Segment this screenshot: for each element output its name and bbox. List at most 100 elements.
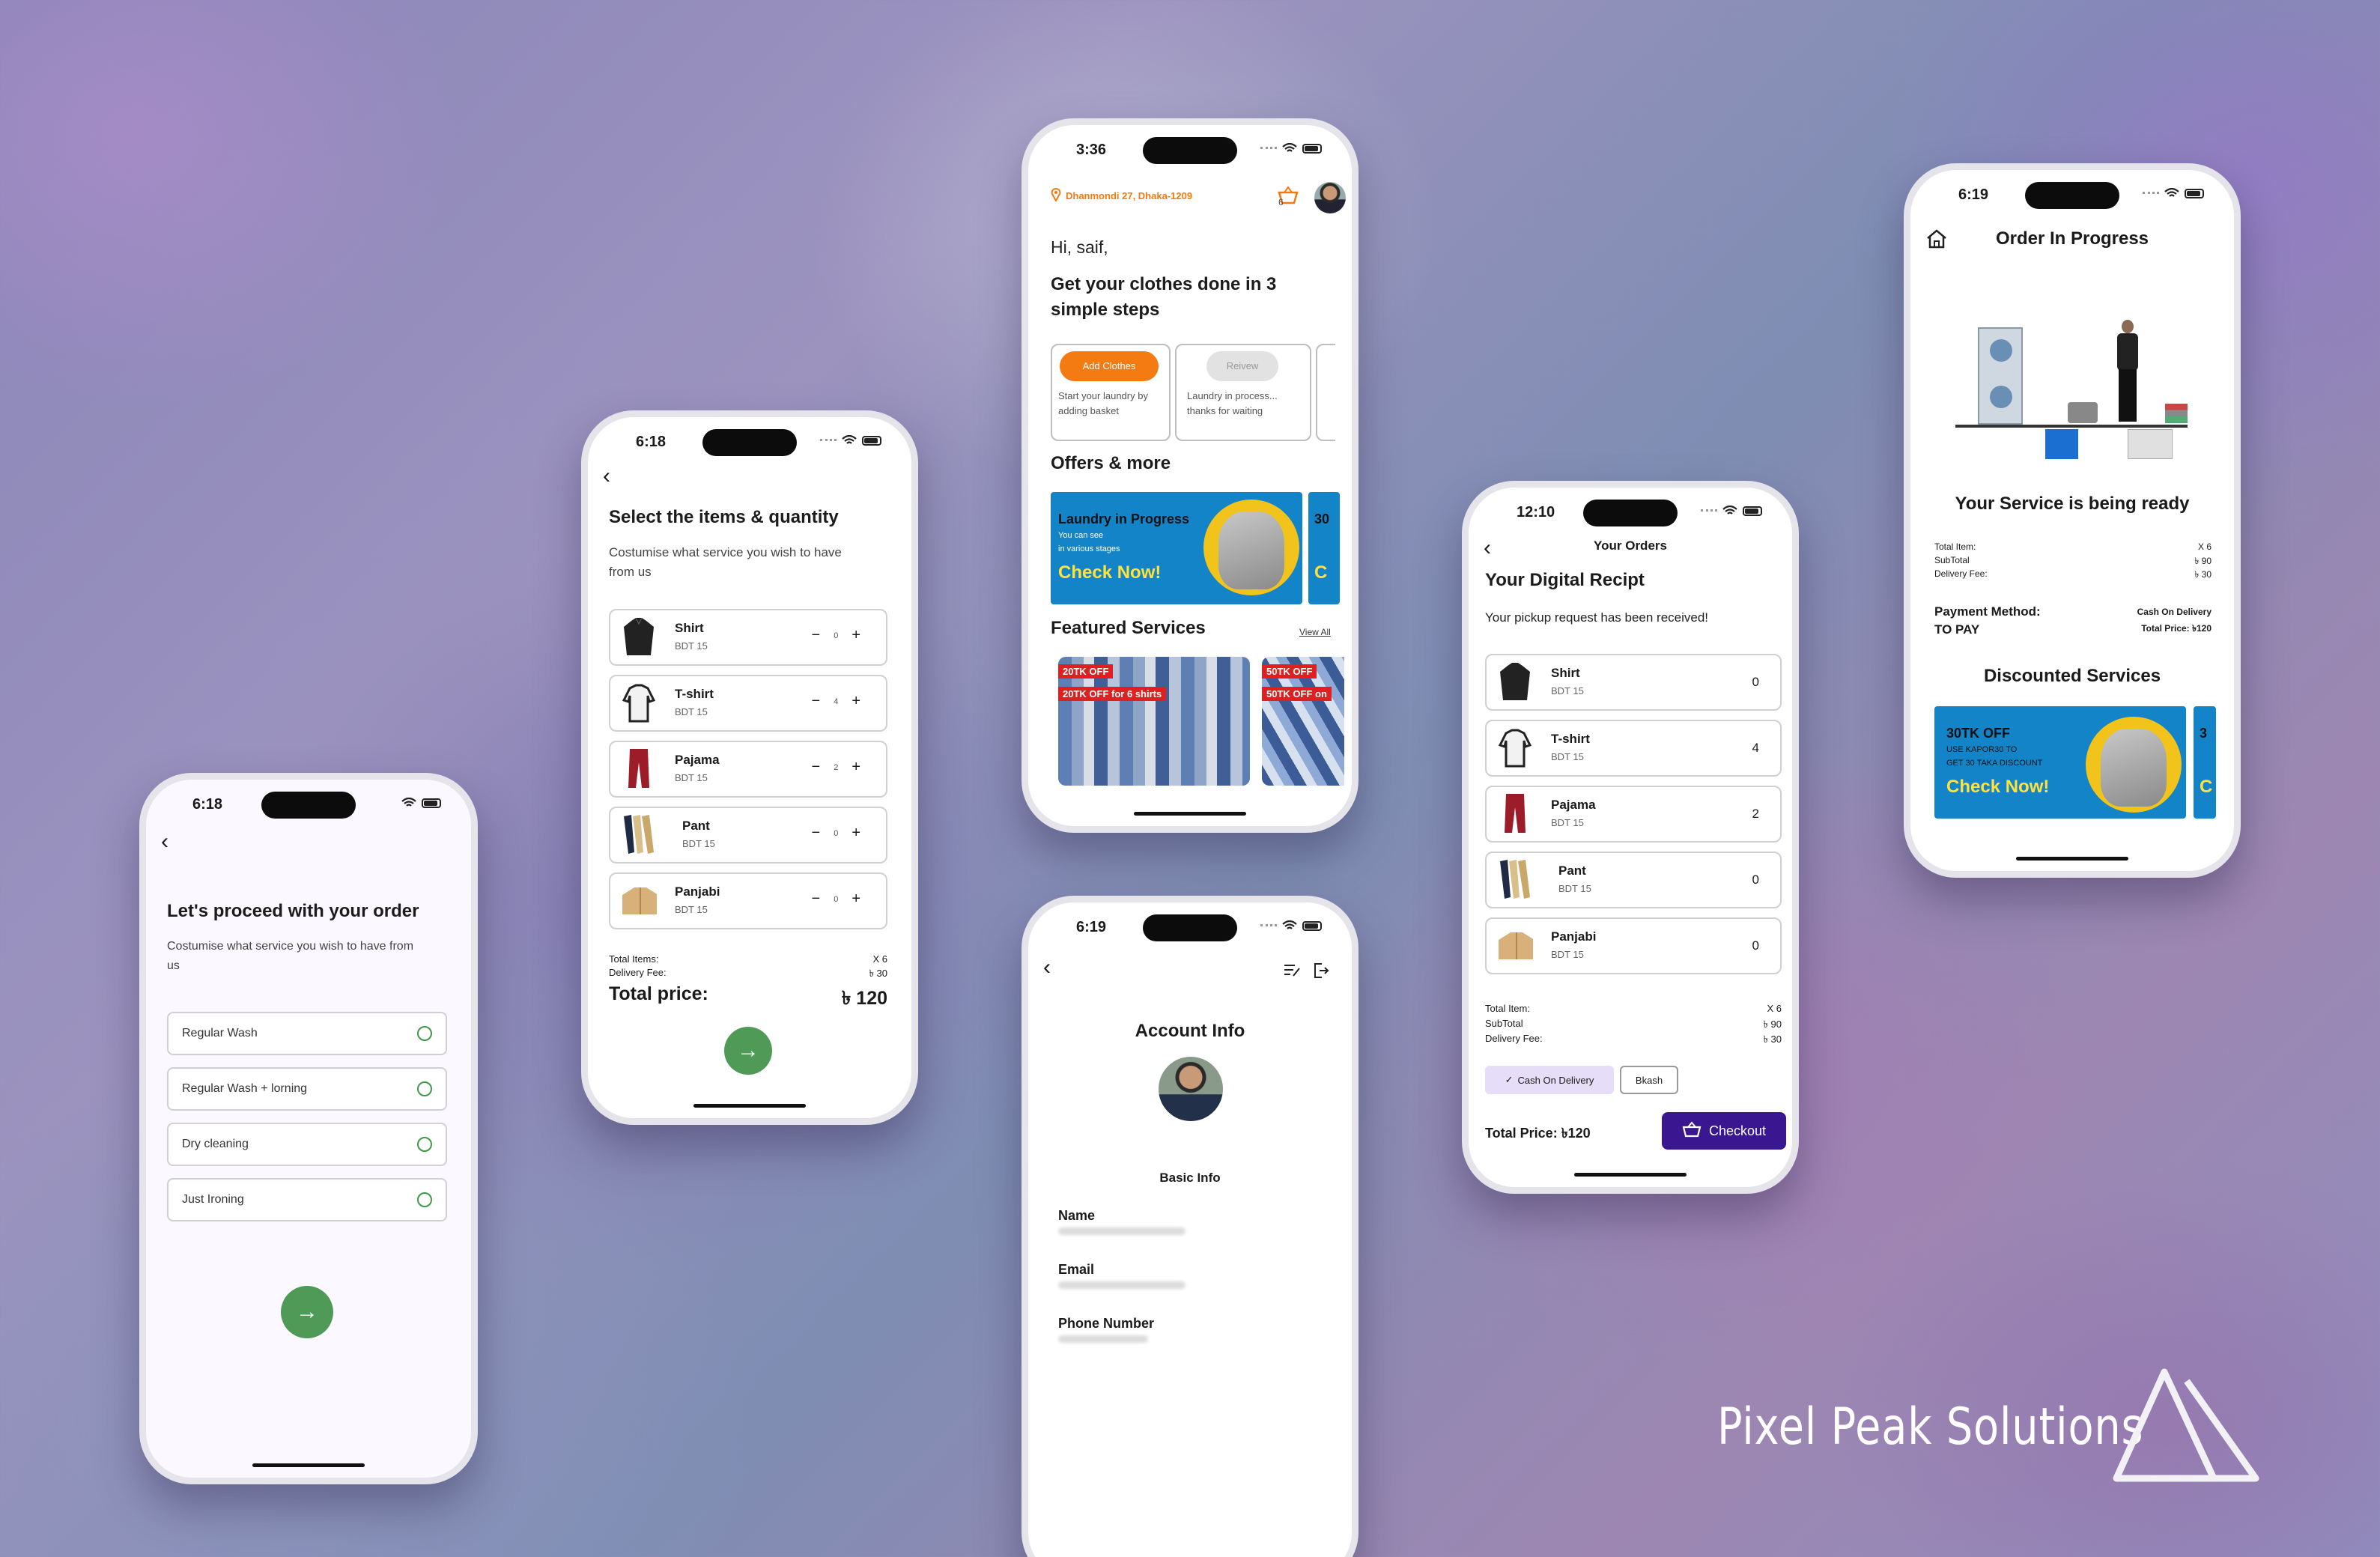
tshirt-image [621,684,657,723]
check-now-link-cut[interactable]: C [1314,562,1327,583]
check-now-link-cut[interactable]: C [2200,777,2212,798]
washer-door [1990,386,2012,408]
phone-order-progress: 6:19 Order In Progress Your Service is b… [1904,163,2241,878]
delivery-fee-row: Delivery Fee: ৳ 30 [1485,1033,1782,1048]
plus-icon[interactable]: + [851,825,860,842]
banner-subtitle: in various stages [1058,544,1120,553]
add-clothes-button[interactable]: Add Clothes [1060,351,1159,381]
tshirt-image [1497,729,1533,768]
payment-bkash-chip[interactable]: Bkash [1620,1066,1678,1094]
item-price: BDT 15 [675,904,708,915]
step-text: Start your laundry by adding basket [1058,390,1148,416]
service-option-regular-wash[interactable]: Regular Wash [167,1012,447,1055]
status-time: 6:18 [636,434,667,450]
radio-icon[interactable] [417,1026,432,1041]
quantity-value: 0 [834,828,839,838]
next-arrow-button[interactable]: → [281,1286,333,1338]
location-bar[interactable]: Dhanmondi 27, Dhaka-1209 [1051,187,1193,204]
banner-subtitle: USE KAPOR30 TO [1946,745,2018,754]
basket-icon[interactable]: 6 [1277,185,1299,207]
home-indicator [1134,812,1246,816]
discount-tag: 50TK OFF on [1262,687,1332,701]
payment-cash-chip[interactable]: ✓ Cash On Delivery [1485,1066,1614,1094]
item-price: BDT 15 [1551,751,1584,762]
banner-subtitle: You can see [1058,531,1104,540]
offer-banner-next[interactable]: 30 C [1308,492,1340,604]
steps-scroller: Add Clothes Start your laundry by adding… [1051,344,1335,443]
radio-icon[interactable] [417,1192,432,1207]
radio-icon[interactable] [417,1137,432,1152]
plus-icon[interactable]: + [851,627,860,644]
phone-value-blurred [1058,1335,1148,1343]
review-button[interactable]: Reivew [1206,351,1278,381]
back-arrow-icon[interactable]: ‹ [603,465,610,488]
view-all-link[interactable]: View All [1299,627,1331,637]
item-quantity: 0 [1752,675,1759,689]
quantity-value: 0 [834,631,839,640]
service-option-just-ironing[interactable]: Just Ironing [167,1178,447,1221]
signal-icon [1701,509,1717,512]
item-name: Shirt [1551,666,1580,680]
greeting: Hi, saif, [1051,237,1108,257]
quantity-stepper: − 4 + [812,693,861,710]
washer-door [1990,339,2012,362]
item-price: BDT 15 [1558,883,1591,894]
shirt-image [621,618,657,657]
total-item-row: Total Item: X 6 [1934,541,2211,552]
step-card-next[interactable] [1316,344,1335,441]
page-title: Account Info [1135,1021,1245,1041]
back-arrow-icon[interactable]: ‹ [1043,956,1051,979]
phone-account: 6:19 ‹ Account Info Basic Info Name Emai… [1021,896,1359,1557]
minus-icon[interactable]: − [812,627,821,644]
service-option-dry-cleaning[interactable]: Dry cleaning [167,1123,447,1166]
phone-home: 3:36 Dhanmondi 27, Dhaka-1209 6 Hi, saif… [1021,118,1359,833]
option-label: Regular Wash + lorning [182,1082,308,1095]
minus-icon[interactable]: − [812,825,821,842]
back-arrow-icon[interactable]: ‹ [161,831,169,853]
discount-banner-next[interactable]: 3 C [2194,706,2216,819]
service-option-wash-ironing[interactable]: Regular Wash + lorning [167,1067,447,1111]
minus-icon[interactable]: − [812,890,821,908]
location-text: Dhanmondi 27, Dhaka-1209 [1066,190,1193,201]
item-price: BDT 15 [1551,817,1584,828]
item-name: Pajama [675,753,720,767]
clothes-pile [2068,402,2098,423]
item-name: Pant [1558,864,1586,878]
battery-icon [1302,143,1322,154]
minus-icon[interactable]: − [812,759,821,776]
plus-icon[interactable]: + [851,759,860,776]
dynamic-island [2025,182,2119,209]
minus-icon[interactable]: − [812,693,821,710]
step-card-review[interactable]: Reivew Laundry in process... thanks for … [1175,344,1311,441]
page-title: Your Digital Recipt [1485,570,1645,590]
featured-card-shirts[interactable]: 20TK OFF 20TK OFF for 6 shirts [1058,657,1250,786]
edit-icon[interactable] [1283,962,1301,983]
discount-tag: 20TK OFF for 6 shirts [1058,687,1167,701]
check-now-link[interactable]: Check Now! [1946,777,2049,798]
next-arrow-button[interactable]: → [724,1027,772,1075]
home-indicator [2016,857,2128,861]
featured-card-pants[interactable]: 50TK OFF 50TK OFF on [1262,657,1344,786]
delivery-fee-value: ৳ 30 [1763,1034,1782,1045]
headline: Get your clothes done in 3 simple steps [1051,274,1277,320]
plus-icon[interactable]: + [851,693,860,710]
avatar[interactable] [1314,182,1346,213]
offer-banner-laundry[interactable]: Laundry in Progress You can see in vario… [1051,492,1302,604]
avatar[interactable] [1159,1057,1223,1121]
radio-icon[interactable] [417,1081,432,1096]
logout-icon[interactable] [1313,962,1329,983]
step-card-add[interactable]: Add Clothes Start your laundry by adding… [1051,344,1171,441]
quantity-value: 4 [834,696,839,706]
quantity-stepper: − 0 + [812,825,861,842]
item-row-tshirt: T-shirt BDT 15 − 4 + [609,675,887,732]
receipt-row-panjabi: Panjabi BDT 15 0 [1485,917,1782,974]
check-now-link[interactable]: Check Now! [1058,562,1161,583]
plus-icon[interactable]: + [851,890,860,908]
delivery-fee-value: ৳ 30 [869,968,887,979]
item-quantity: 2 [1752,807,1759,821]
battery-icon [862,435,881,446]
laundry-sack-image [1218,512,1284,589]
item-row-shirt: Shirt BDT 15 − 0 + [609,609,887,666]
checkout-button[interactable]: Checkout [1662,1112,1786,1150]
discount-banner[interactable]: 30TK OFF USE KAPOR30 TO GET 30 TAKA DISC… [1934,706,2186,819]
